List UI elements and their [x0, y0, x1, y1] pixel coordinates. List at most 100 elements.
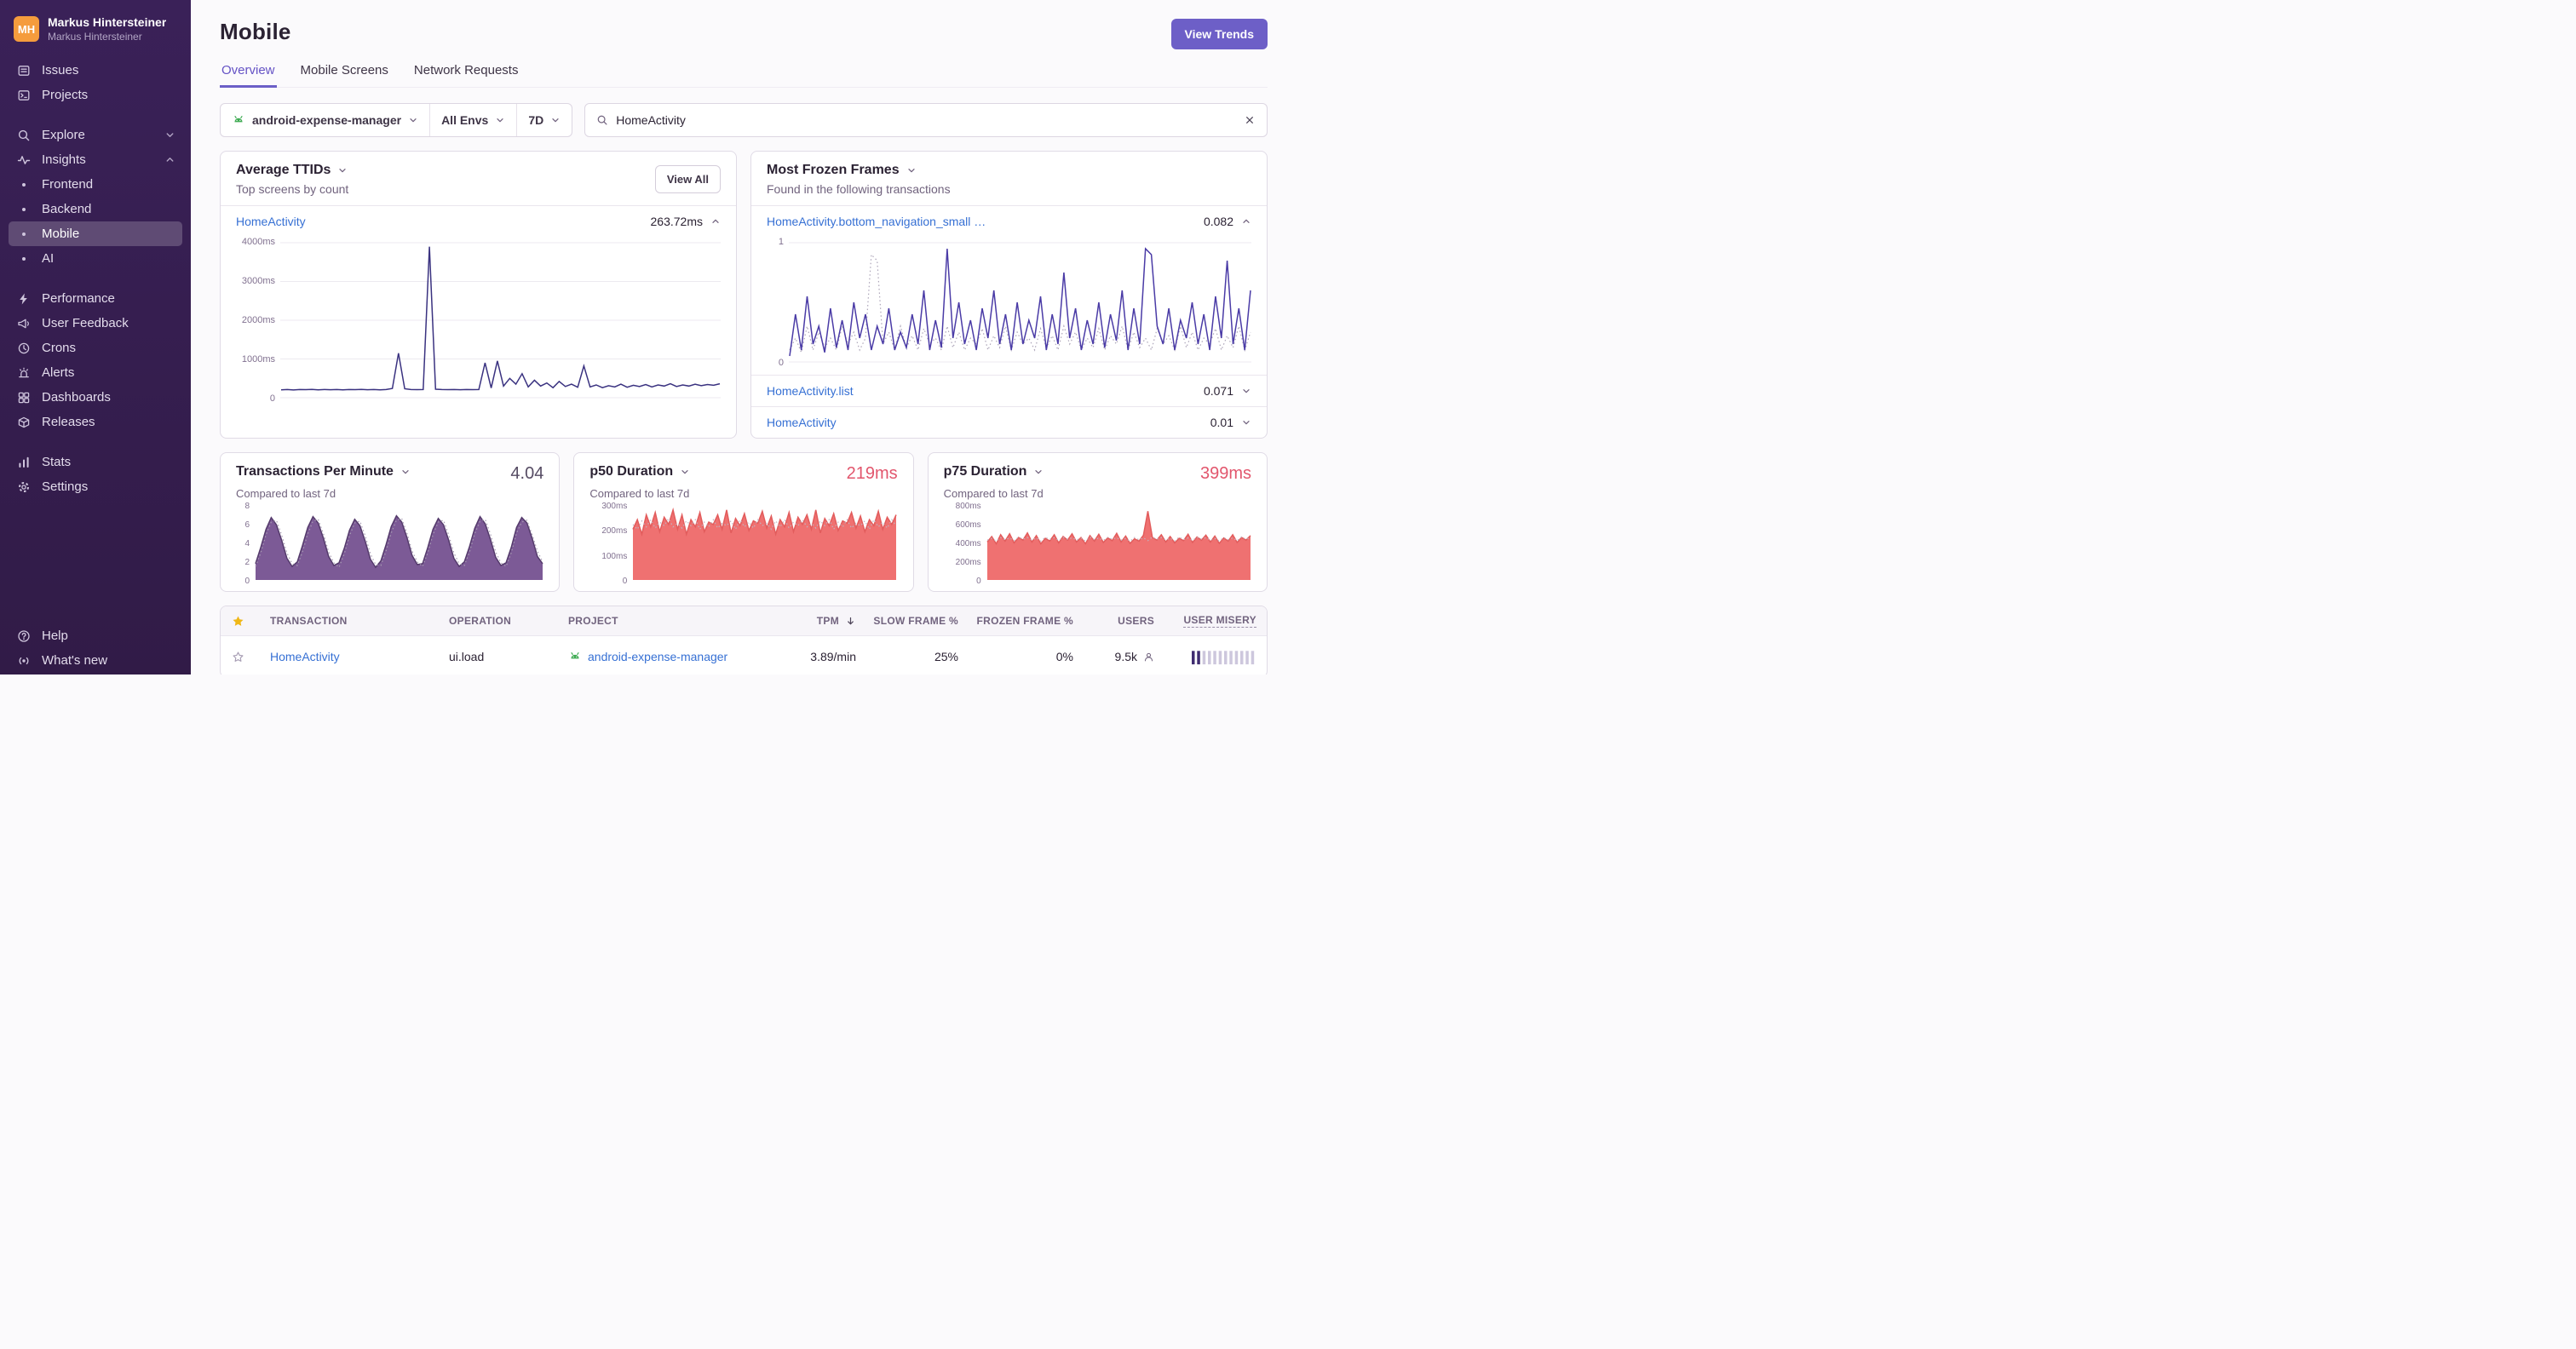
project-link[interactable]: android-expense-manager [588, 650, 727, 663]
grid-icon [15, 391, 32, 405]
main-content: Mobile View Trends Overview Mobile Scree… [191, 0, 1288, 674]
search-input[interactable] [616, 113, 1236, 127]
col-frozen-frame[interactable]: FROZEN FRAME % [969, 607, 1084, 634]
frozen-value: 0.01 [1210, 416, 1233, 429]
sidebar-item-label: Frontend [42, 177, 94, 192]
metric-title: p50 Duration [589, 464, 674, 479]
sidebar-item-performance[interactable]: Performance [9, 286, 182, 311]
clear-search-icon[interactable] [1244, 114, 1256, 126]
megaphone-icon [15, 317, 32, 330]
frozen-transaction-link[interactable]: HomeActivity.bottom_navigation_small … [767, 215, 986, 228]
sidebar-item-label: AI [42, 251, 55, 266]
y-tick-label: 200ms [955, 558, 981, 567]
clock-icon [15, 342, 32, 355]
y-tick-label: 2 [244, 558, 250, 567]
sidebar-item-stats[interactable]: Stats [9, 450, 182, 474]
tab-overview[interactable]: Overview [220, 63, 277, 88]
star-icon[interactable] [232, 615, 244, 628]
avatar: MH [14, 16, 39, 42]
sidebar-item-dashboards[interactable]: Dashboards [9, 385, 182, 410]
project-filter[interactable]: android-expense-manager [221, 104, 429, 136]
date-range-filter[interactable]: 7D [516, 104, 572, 136]
transaction-link[interactable]: HomeActivity [270, 650, 340, 663]
avg-ttids-panel: Average TTIDs Top screens by count View … [220, 151, 737, 439]
col-user-misery[interactable]: USER MISERY [1164, 606, 1267, 635]
tpm-cell: 3.89/min [810, 650, 856, 663]
sidebar-item-alerts[interactable]: Alerts [9, 360, 182, 385]
favorite-star-icon[interactable] [232, 651, 244, 663]
chevron-up-icon[interactable] [710, 216, 721, 227]
chevron-down-icon[interactable] [1033, 467, 1044, 477]
chevron-down-icon[interactable] [1241, 386, 1251, 396]
sidebar-item-insights[interactable]: Insights [9, 147, 182, 172]
frozen-transaction-link[interactable]: HomeActivity [767, 416, 837, 429]
metric-value: 399ms [1199, 464, 1251, 483]
chevron-down-icon[interactable] [906, 165, 917, 175]
chevron-down-icon[interactable] [680, 467, 690, 477]
tpm-card: Transactions Per Minute 4.04 Compared to… [220, 452, 561, 592]
y-tick-label: 1000ms [241, 354, 275, 365]
help-icon [15, 629, 32, 643]
panel-title: Most Frozen Frames [767, 163, 900, 177]
user-name: Markus Hintersteiner [48, 15, 167, 29]
frozen-transaction-link[interactable]: HomeActivity.list [767, 384, 854, 398]
sidebar-item-label: Releases [42, 415, 95, 429]
sidebar-nav: Issues Projects Explore Insights Fronten… [0, 49, 191, 499]
col-operation[interactable]: OPERATION [439, 607, 558, 634]
chevron-down-icon[interactable] [1241, 417, 1251, 428]
y-axis: 300ms 200ms 100ms 0 [589, 502, 627, 586]
sidebar-item-ai[interactable]: AI [9, 246, 182, 271]
user-menu[interactable]: MH Markus Hintersteiner Markus Hinterste… [0, 12, 191, 49]
package-icon [15, 416, 32, 429]
ttid-transaction-link[interactable]: HomeActivity [236, 215, 306, 228]
issues-icon [15, 64, 32, 77]
sidebar-item-user-feedback[interactable]: User Feedback [9, 311, 182, 336]
panel-subtitle: Top screens by count [236, 182, 349, 196]
sidebar-item-explore[interactable]: Explore [9, 123, 182, 147]
sidebar-item-crons[interactable]: Crons [9, 336, 182, 360]
sidebar-item-mobile[interactable]: Mobile [9, 221, 182, 246]
sidebar-item-settings[interactable]: Settings [9, 474, 182, 499]
slow-frame-cell: 25% [934, 650, 958, 663]
projects-icon [15, 89, 32, 102]
chevron-down-icon [550, 115, 561, 125]
metric-value: 219ms [846, 464, 898, 483]
view-trends-button[interactable]: View Trends [1170, 19, 1268, 49]
col-tpm[interactable]: TPM [773, 607, 866, 634]
sidebar-item-issues[interactable]: Issues [9, 58, 182, 83]
col-transaction[interactable]: TRANSACTION [260, 607, 439, 634]
col-user-misery-label: USER MISERY [1183, 614, 1256, 628]
p75-chart [986, 507, 1251, 581]
chevron-down-icon[interactable] [337, 165, 348, 175]
sidebar-item-projects[interactable]: Projects [9, 83, 182, 107]
sidebar-item-releases[interactable]: Releases [9, 410, 182, 434]
user-icon [1143, 652, 1154, 663]
table-header: TRANSACTION OPERATION PROJECT TPM SLOW F… [221, 606, 1267, 636]
lightning-icon [15, 292, 32, 306]
sidebar-item-label: Crons [42, 341, 77, 355]
sidebar-item-backend[interactable]: Backend [9, 197, 182, 221]
chevron-up-icon[interactable] [1241, 216, 1251, 227]
y-axis: 1 0 [762, 237, 784, 368]
chevron-down-icon[interactable] [400, 467, 411, 477]
y-tick-label: 4 [244, 539, 250, 548]
metric-value: 4.04 [510, 464, 544, 483]
tab-mobile-screens[interactable]: Mobile Screens [299, 63, 390, 88]
user-misery-sparkline [1192, 648, 1256, 665]
sidebar-item-whats-new[interactable]: What's new [9, 648, 182, 673]
col-slow-frame[interactable]: SLOW FRAME % [866, 607, 969, 634]
frozen-value: 0.082 [1203, 215, 1233, 228]
sidebar-item-frontend[interactable]: Frontend [9, 172, 182, 197]
environment-filter[interactable]: All Envs [429, 104, 516, 136]
android-icon [568, 650, 582, 663]
y-tick-label: 8 [244, 502, 250, 511]
sidebar-item-label: Issues [42, 63, 79, 77]
view-all-button[interactable]: View All [654, 165, 721, 193]
p50-duration-card: p50 Duration 219ms Compared to last 7d 3… [573, 452, 914, 592]
y-tick-label: 4000ms [241, 237, 275, 247]
sidebar-item-help[interactable]: Help [9, 623, 182, 648]
filter-group: android-expense-manager All Envs 7D [220, 103, 573, 137]
col-project[interactable]: PROJECT [558, 607, 773, 634]
col-users[interactable]: USERS [1084, 607, 1164, 634]
tab-network-requests[interactable]: Network Requests [412, 63, 520, 88]
